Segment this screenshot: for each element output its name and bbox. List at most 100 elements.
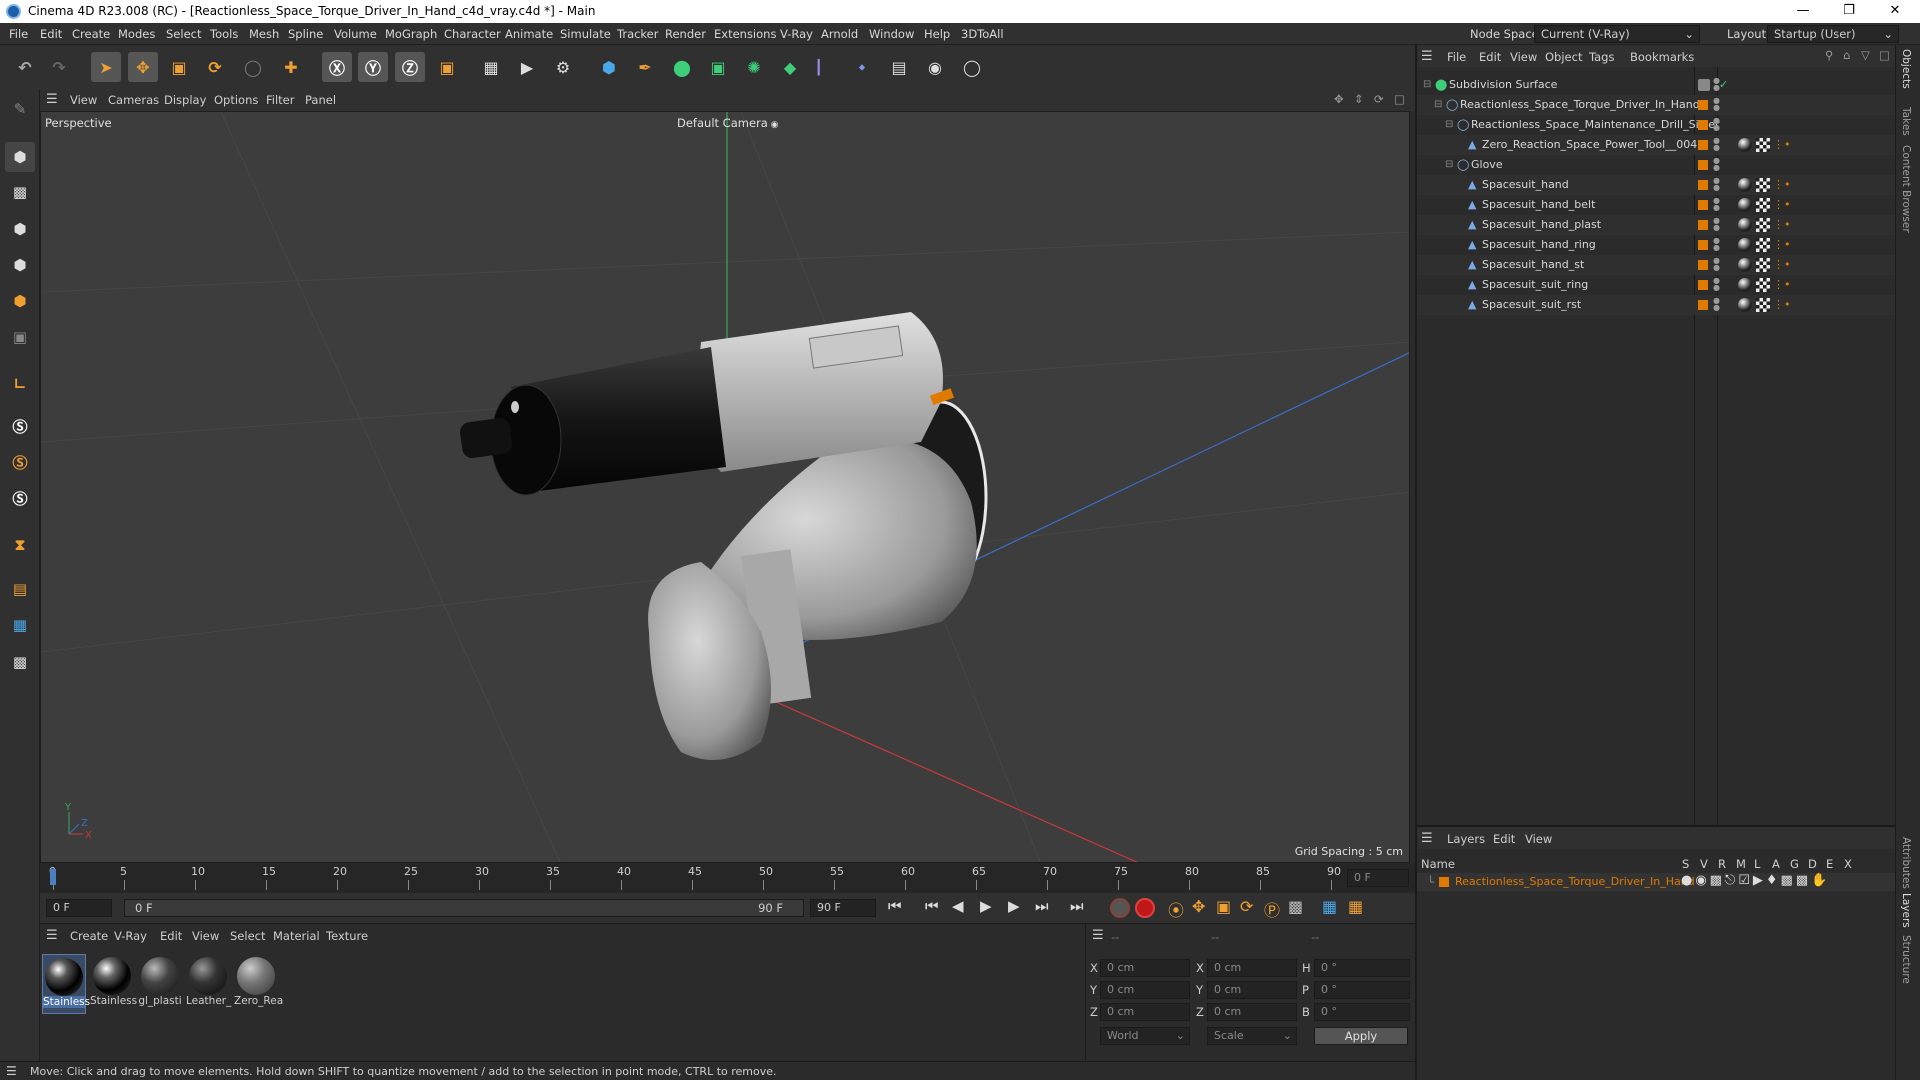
menu-render[interactable]: Render [665,27,706,41]
key-param-icon[interactable]: Ⓟ [1264,897,1280,921]
vp-menu-filter[interactable]: Filter [266,93,294,107]
play-icon[interactable]: ▶ [980,897,992,915]
mat-menu-view[interactable]: View [192,929,219,943]
visibility-dots-icon[interactable]: ● ● [1713,277,1720,293]
layer-color-icon[interactable] [1698,200,1708,210]
menu-spline[interactable]: Spline [288,27,323,41]
layer-color-icon[interactable] [1698,220,1708,230]
object-name[interactable]: Glove [1471,155,1503,175]
menu-help[interactable]: Help [924,27,950,41]
vray-tag-icon[interactable]: ⋮• [1773,275,1791,295]
next-key-icon[interactable]: ⏭ [1035,897,1049,915]
move-tool-icon[interactable]: ✥ [128,52,158,82]
rot-h-field[interactable]: 0 ° [1314,959,1410,977]
undo-icon[interactable]: ↶ [10,52,40,82]
world-dropdown[interactable]: World ⌄ [1100,1027,1190,1045]
object-row[interactable]: ▲ Spacesuit_hand_st ● ● ⋮• [1417,255,1895,275]
menu-select[interactable]: Select [166,27,201,41]
key-grid-icon[interactable]: ▩ [1288,897,1303,916]
cloner-icon[interactable]: ✺ [739,52,769,82]
axis-grid-icon[interactable]: ▩ [5,647,35,677]
menu-modes[interactable]: Modes [118,27,155,41]
vp-menu-display[interactable]: Display [164,93,206,107]
go-to-start-icon[interactable]: ⏮ [888,897,902,915]
menu-file[interactable]: File [9,27,28,41]
hamburger-icon[interactable]: ☰ [1421,831,1433,846]
layer-color-icon[interactable] [1698,140,1708,150]
object-name[interactable]: Spacesuit_hand [1482,175,1569,195]
deformer-icon[interactable]: ⎸ [811,52,841,82]
render-region-icon[interactable]: ▦ [476,52,506,82]
edge-mode-icon[interactable]: ⬢ [5,250,35,280]
visibility-dots-icon[interactable]: ● ● [1713,217,1720,233]
magnet-icon[interactable]: ⧗ [5,530,35,560]
editor-visibility-icon[interactable] [1698,79,1710,91]
material-swatch[interactable]: Stainless [90,954,137,1014]
orbit-icon[interactable]: ⟳ [1374,92,1384,106]
pen-spline-icon[interactable]: ✒ [630,52,660,82]
material-swatch[interactable]: Stainless [42,954,90,1014]
object-row[interactable]: ▲ Spacesuit_suit_rst ● ● ⋮• [1417,295,1895,315]
live-selection-icon[interactable]: ◯ [238,52,268,82]
texture-tag-icon[interactable] [1756,258,1770,272]
object-row[interactable]: ⊟ ⬤ Subdivision Surface ✓ ● ● [1417,75,1895,95]
texture-tag-icon[interactable] [1756,298,1770,312]
menu-tracker[interactable]: Tracker [617,27,659,41]
layer-color-icon[interactable] [1698,180,1708,190]
hamburger-icon[interactable]: ☰ [46,928,58,943]
texture-tag-icon[interactable] [1756,178,1770,192]
layer-menu-edit[interactable]: Edit [1493,832,1515,846]
material-tag-icon[interactable] [1738,198,1752,212]
layer-color-icon[interactable] [1698,120,1708,130]
x-axis-icon[interactable]: Ⓧ [322,52,352,82]
grid-icon[interactable]: ▤ [5,574,35,604]
key-move-icon[interactable]: ✥ [1192,897,1205,916]
vray-tag-icon[interactable]: ⋮• [1773,175,1791,195]
dolly-icon[interactable]: ⇕ [1354,92,1364,106]
menu-create[interactable]: Create [72,27,110,41]
scale-tool-icon[interactable]: ▣ [164,52,194,82]
camera-label[interactable]: Default Camera ◉ [677,116,779,130]
visibility-dots-icon[interactable]: ● ● [1713,197,1720,213]
menu-mesh[interactable]: Mesh [249,27,279,41]
scale-dropdown[interactable]: Scale ⌄ [1207,1027,1297,1045]
render-settings-icon[interactable]: ⚙ [548,52,578,82]
size-z-field[interactable]: 0 cm [1207,1003,1297,1021]
visibility-dots-icon[interactable]: ● ● [1713,137,1720,153]
pos-z-field[interactable]: 0 cm [1100,1003,1190,1021]
texture-mode-icon[interactable]: ▩ [5,177,35,207]
timeline-playhead[interactable] [50,869,56,885]
obj-menu-view[interactable]: View [1510,50,1537,64]
collapse-icon[interactable]: ⊟ [1423,75,1431,95]
material-tag-icon[interactable] [1738,218,1752,232]
light-icon[interactable]: ◯ [957,52,987,82]
menu-simulate[interactable]: Simulate [560,27,611,41]
pos-y-field[interactable]: 0 cm [1100,981,1190,999]
obj-menu-edit[interactable]: Edit [1479,50,1501,64]
extrude-icon[interactable]: ▣ [703,52,733,82]
hamburger-icon[interactable]: ☰ [1092,928,1104,943]
home-icon[interactable]: ⌂ [1843,48,1850,62]
object-row[interactable]: ⊟ ◯ Glove ● ● [1417,155,1895,175]
vp-menu-cameras[interactable]: Cameras [108,93,159,107]
visibility-dots-icon[interactable]: ● ● [1713,97,1720,113]
mat-menu-material[interactable]: Material [273,929,320,943]
visibility-dots-icon[interactable]: ● ● [1713,297,1720,313]
layer-toggle-icons[interactable]: ●◉▩⎋☑▶♦▩▩✋ [1681,873,1830,888]
render-view-icon[interactable]: ▶ [512,52,542,82]
tab-structure[interactable]: Structure [1900,935,1912,984]
uv-mode-icon[interactable]: ▣ [5,322,35,352]
mat-menu-select[interactable]: Select [230,929,265,943]
camera-icon[interactable]: ◉ [920,52,950,82]
keyframe-icon[interactable]: ⦿ [1168,897,1184,921]
vray-tag-icon[interactable]: ⋮• [1773,135,1791,155]
make-editable-icon[interactable]: ✎ [5,94,35,124]
tab-attributes[interactable]: Attributes [1900,837,1912,889]
mograph-icon[interactable]: ◆ [775,52,805,82]
search-icon[interactable]: ⚲ [1825,48,1833,62]
vray-tag-icon[interactable]: ⋮• [1773,295,1791,315]
collapse-icon[interactable]: ⊟ [1445,115,1453,135]
layer-color-icon[interactable] [1698,280,1708,290]
mat-menu-texture[interactable]: Texture [326,929,368,943]
object-row[interactable]: ▲ Spacesuit_hand_ring ● ● ⋮• [1417,235,1895,255]
